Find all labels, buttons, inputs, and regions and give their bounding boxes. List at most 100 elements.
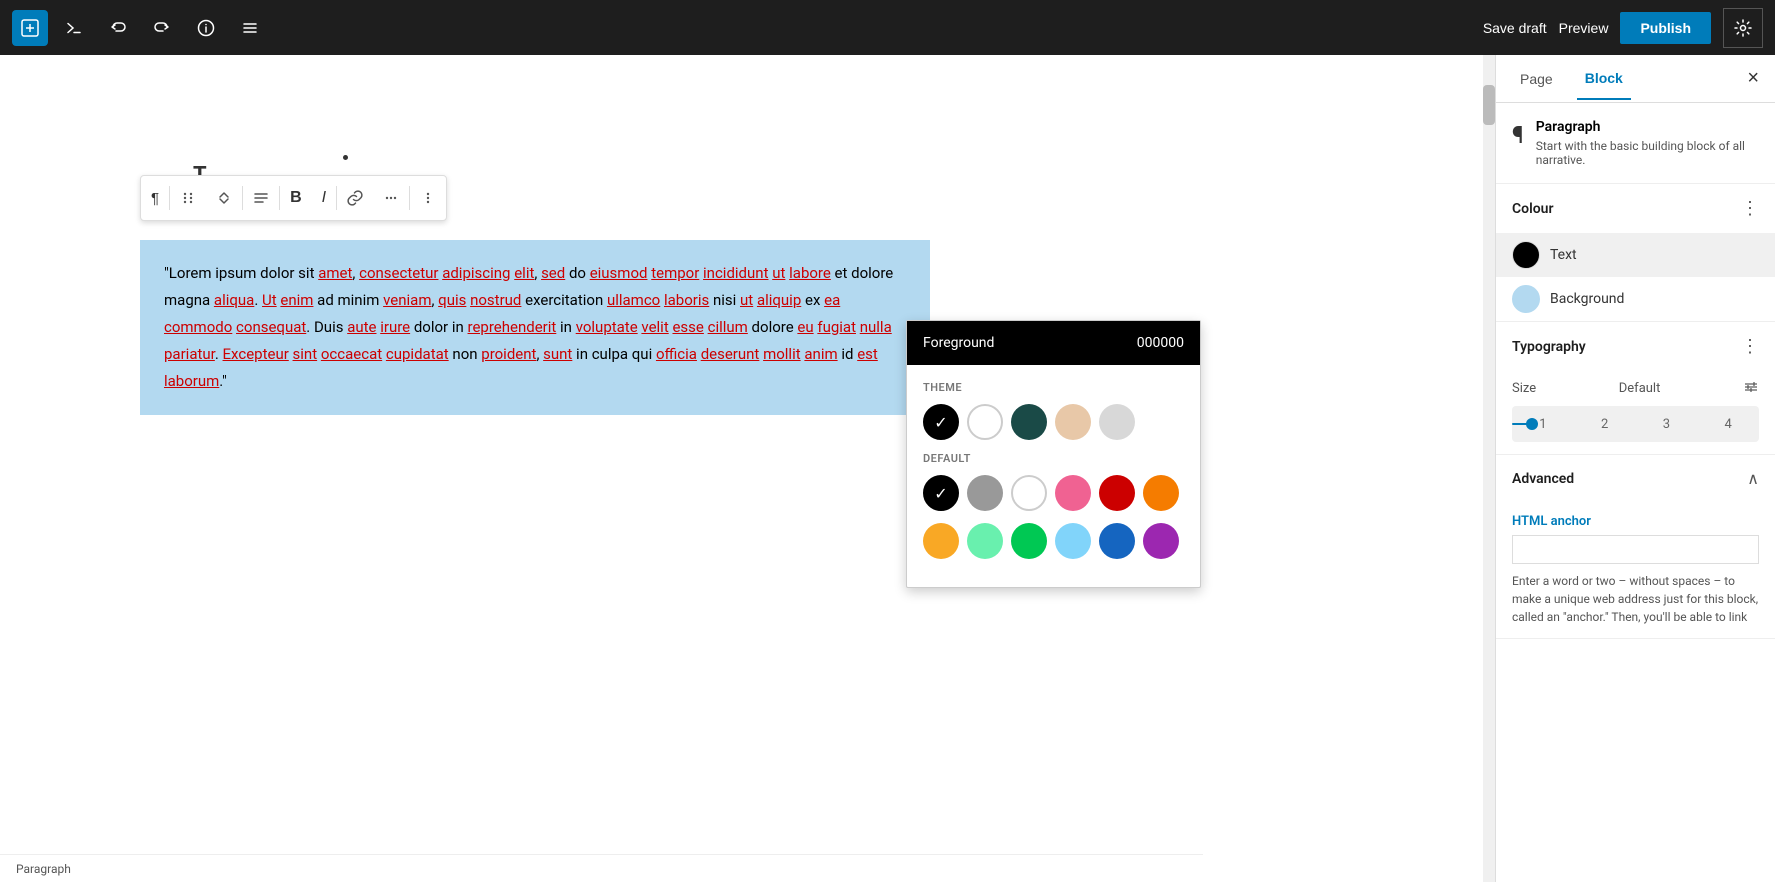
typography-title: Typography: [1512, 339, 1586, 355]
dot-marker: [343, 155, 348, 160]
save-draft-button[interactable]: Save draft: [1483, 20, 1547, 36]
theme-colors-row: ✓: [923, 404, 1184, 440]
fg-title: Foreground: [923, 335, 994, 351]
paragraph-block[interactable]: "Lorem ipsum dolor sit amet, consectetur…: [140, 240, 930, 415]
block-info-text: Paragraph Start with the basic building …: [1536, 119, 1759, 167]
panel-tabs: Page Block ×: [1496, 55, 1775, 103]
panel-close-button[interactable]: ×: [1747, 67, 1759, 90]
default-color-gray[interactable]: [967, 475, 1003, 511]
settings-button[interactable]: [1723, 8, 1763, 48]
background-color-item[interactable]: Background: [1496, 277, 1775, 321]
more-options-button[interactable]: [373, 176, 409, 220]
fg-value: 000000: [1137, 335, 1184, 351]
default-color-purple[interactable]: [1143, 523, 1179, 559]
theme-color-light-gray[interactable]: [1099, 404, 1135, 440]
typography-section-header[interactable]: Typography ⋮: [1496, 322, 1775, 371]
size-track[interactable]: 1 2 3 4: [1512, 406, 1759, 442]
drag-handle-button[interactable]: [170, 176, 206, 220]
colour-section: Colour ⋮ Text Background: [1496, 184, 1775, 322]
colour-title: Colour: [1512, 201, 1554, 217]
info-button[interactable]: [188, 10, 224, 46]
scrollbar-thumb[interactable]: [1483, 85, 1495, 125]
theme-color-black[interactable]: ✓: [923, 404, 959, 440]
size-num-2[interactable]: 2: [1601, 417, 1608, 432]
block-info: ¶ Paragraph Start with the basic buildin…: [1496, 103, 1775, 184]
default-color-black[interactable]: ✓: [923, 475, 959, 511]
default-colors-row-1: ✓: [923, 475, 1184, 511]
default-color-pink[interactable]: [1055, 475, 1091, 511]
default-color-light-blue[interactable]: [1055, 523, 1091, 559]
default-color-blue[interactable]: [1099, 523, 1135, 559]
tab-page[interactable]: Page: [1512, 59, 1561, 99]
default-color-yellow[interactable]: [923, 523, 959, 559]
colour-menu-button[interactable]: ⋮: [1741, 198, 1759, 219]
editor-area[interactable]: T ¶: [0, 55, 1483, 882]
block-title: Paragraph: [1536, 119, 1759, 135]
paragraph-content[interactable]: "Lorem ipsum dolor sit amet, consectetur…: [164, 260, 906, 395]
size-num-1[interactable]: 1: [1539, 417, 1546, 432]
top-toolbar: Save draft Preview Publish: [0, 0, 1775, 55]
main-layout: T ¶: [0, 55, 1775, 882]
background-color-swatch: [1512, 285, 1540, 313]
advanced-content: HTML anchor Enter a word or two – withou…: [1496, 502, 1775, 638]
html-anchor-label: HTML anchor: [1512, 514, 1759, 529]
more-options-vertical-button[interactable]: [410, 176, 446, 220]
advanced-chevron-icon: ∧: [1747, 469, 1759, 488]
theme-color-dark-teal[interactable]: [1011, 404, 1047, 440]
size-adjust-icon-button[interactable]: [1743, 379, 1759, 398]
undo-button[interactable]: [100, 10, 136, 46]
background-color-label: Background: [1550, 291, 1624, 307]
typography-menu-button[interactable]: ⋮: [1741, 336, 1759, 357]
toolbar-right: Save draft Preview Publish: [1483, 8, 1763, 48]
size-num-3[interactable]: 3: [1663, 417, 1670, 432]
size-label-row: Size Default: [1512, 379, 1759, 398]
preview-button[interactable]: Preview: [1559, 20, 1609, 36]
default-color-white[interactable]: [1011, 475, 1047, 511]
vertical-scrollbar[interactable]: [1483, 55, 1495, 882]
move-up-down-button[interactable]: [206, 176, 242, 220]
tools-button[interactable]: [56, 10, 92, 46]
paragraph-icon: ¶: [1512, 121, 1524, 149]
advanced-section-header[interactable]: Advanced ∧: [1496, 455, 1775, 502]
default-color-light-green[interactable]: [967, 523, 1003, 559]
bottom-status-bar: Paragraph: [0, 854, 1203, 882]
default-label: DEFAULT: [923, 452, 1184, 465]
default-color-red[interactable]: [1099, 475, 1135, 511]
right-panel: Page Block × ¶ Paragraph Start with the …: [1495, 55, 1775, 882]
size-track-thumb: [1526, 418, 1538, 430]
colour-section-header[interactable]: Colour ⋮: [1496, 184, 1775, 233]
advanced-title: Advanced: [1512, 471, 1574, 487]
html-anchor-input[interactable]: [1512, 535, 1759, 564]
size-default: Default: [1619, 381, 1661, 396]
publish-button[interactable]: Publish: [1620, 12, 1711, 44]
html-anchor-help: Enter a word or two – without spaces – t…: [1512, 572, 1759, 626]
link-button[interactable]: [337, 176, 373, 220]
text-color-label: Text: [1550, 247, 1577, 263]
italic-button[interactable]: I: [312, 176, 336, 220]
text-color-item[interactable]: Text: [1496, 233, 1775, 277]
add-block-button[interactable]: [12, 10, 48, 46]
theme-color-white[interactable]: [967, 404, 1003, 440]
typography-section: Typography ⋮ Size Default: [1496, 322, 1775, 455]
theme-label: THEME: [923, 381, 1184, 394]
size-num-4[interactable]: 4: [1724, 417, 1731, 432]
list-view-button[interactable]: [232, 10, 268, 46]
block-desc: Start with the basic building block of a…: [1536, 139, 1759, 167]
bold-button[interactable]: B: [280, 176, 312, 220]
fg-popup-header: Foreground 000000: [907, 321, 1200, 365]
default-color-green[interactable]: [1011, 523, 1047, 559]
block-toolbar: ¶: [140, 175, 447, 221]
default-colors-row-2: [923, 523, 1184, 559]
typography-size: Size Default: [1496, 371, 1775, 454]
default-color-orange[interactable]: [1143, 475, 1179, 511]
advanced-section: Advanced ∧ HTML anchor Enter a word or t…: [1496, 455, 1775, 639]
tab-block[interactable]: Block: [1577, 58, 1631, 100]
fg-popup-content: THEME ✓ DEFAULT ✓: [907, 365, 1200, 587]
theme-color-peach[interactable]: [1055, 404, 1091, 440]
align-button[interactable]: [243, 176, 279, 220]
size-label: Size: [1512, 381, 1536, 396]
paragraph-type-button[interactable]: ¶: [141, 176, 169, 220]
status-text: Paragraph: [16, 862, 71, 876]
foreground-color-popup: Foreground 000000 THEME ✓ DEFAULT ✓: [906, 320, 1201, 588]
redo-button[interactable]: [144, 10, 180, 46]
